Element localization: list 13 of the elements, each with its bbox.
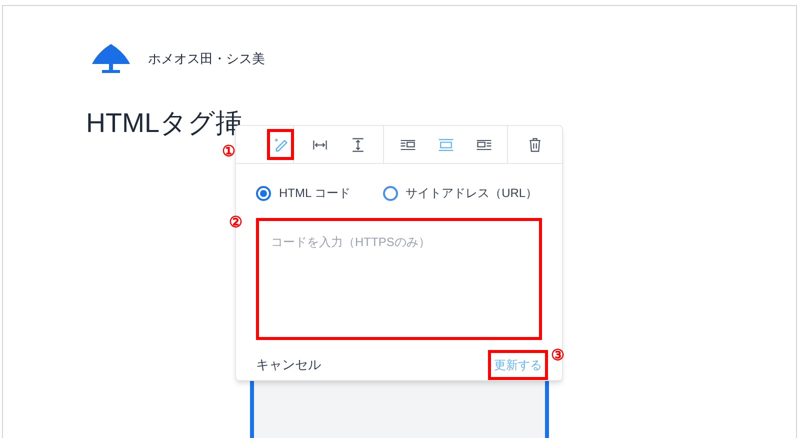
step-number: ③ <box>551 346 564 366</box>
site-name: ホメオス田・シス美 <box>148 50 265 68</box>
radio-button[interactable] <box>382 186 398 200</box>
pencil-icon <box>274 137 288 152</box>
radio-button[interactable] <box>256 186 271 200</box>
code-input-field[interactable]: コードを入力（HTTPSのみ） <box>256 218 542 340</box>
cancel-button[interactable]: キャンセル <box>256 355 321 375</box>
tree-logo-icon <box>90 42 132 76</box>
option-label: サイトアドレス（URL） <box>406 185 538 202</box>
step-number: ① <box>222 142 235 162</box>
step-number: ② <box>229 213 242 233</box>
highlight-frame <box>267 129 294 160</box>
option-label: HTML コード <box>279 185 351 202</box>
